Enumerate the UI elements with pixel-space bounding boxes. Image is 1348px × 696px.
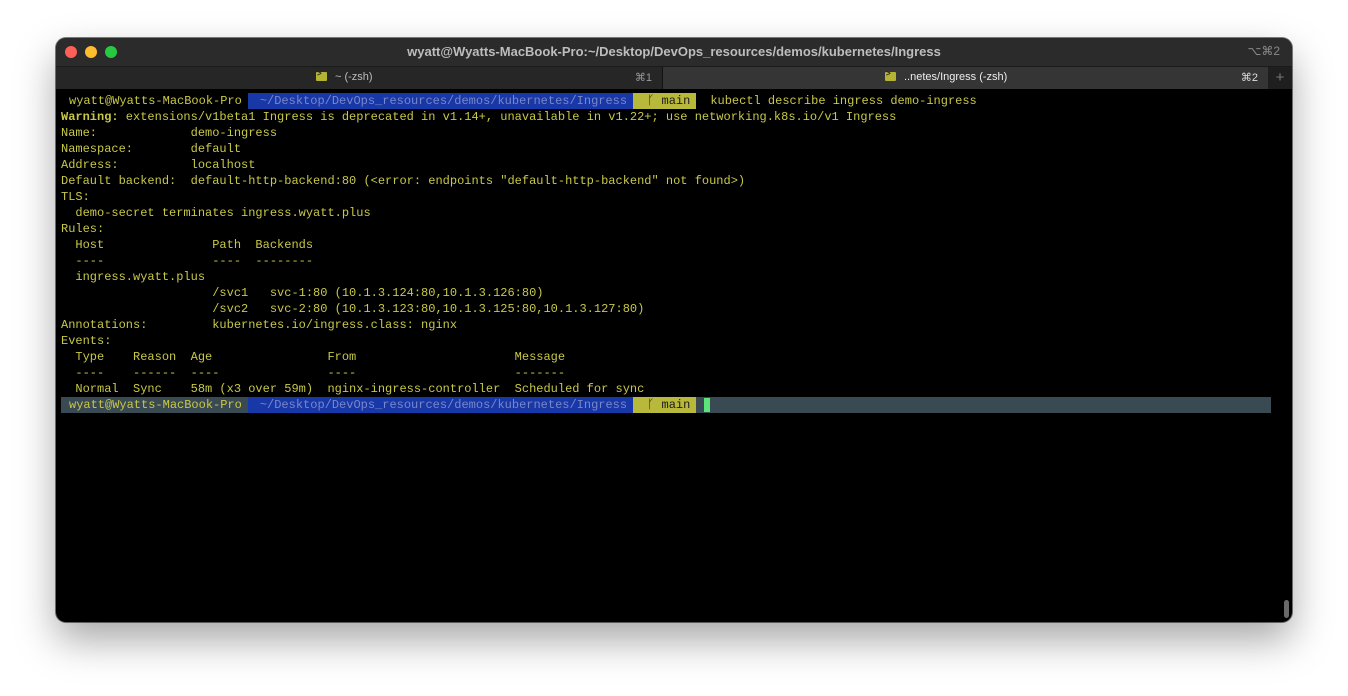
output-line: Events: — [61, 334, 112, 348]
tab-ingress[interactable]: ..netes/Ingress (-zsh) ⌘2 — [663, 67, 1268, 89]
output-line: Address: localhost — [61, 158, 256, 172]
prompt-git: ᚴ main — [633, 93, 697, 109]
git-branch-icon: ᚴ — [647, 398, 662, 412]
output-line: /svc2 svc-2:80 (10.1.3.123:80,10.1.3.125… — [61, 302, 645, 316]
prompt-user: wyatt@Wyatts-MacBook-Pro — [61, 93, 248, 109]
output-line: Annotations: kubernetes.io/ingress.class… — [61, 318, 458, 332]
warning-line: Warning: extensions/v1beta1 Ingress is d… — [61, 109, 1292, 125]
prompt-branch: main — [661, 94, 691, 108]
output-line: Namespace: default — [61, 142, 242, 156]
prompt-branch: main — [661, 398, 691, 412]
prompt-command: kubectl describe ingress demo-ingress — [710, 94, 977, 108]
output-line: ---- ---- -------- — [61, 254, 314, 268]
scrollbar[interactable] — [1284, 600, 1289, 618]
tab-label: ..netes/Ingress (-zsh) — [904, 71, 1008, 83]
output-line: Rules: — [61, 222, 105, 236]
terminal-window: wyatt@Wyatts-MacBook-Pro:~/Desktop/DevOp… — [56, 38, 1292, 622]
window-title: wyatt@Wyatts-MacBook-Pro:~/Desktop/DevOp… — [407, 44, 941, 59]
window-shortcut: ⌥⌘2 — [1247, 44, 1280, 58]
tab-label: ~ (-zsh) — [335, 71, 373, 83]
output-line: Default backend: default-http-backend:80… — [61, 174, 746, 188]
active-prompt-line[interactable]: wyatt@Wyatts-MacBook-Pro ~/Desktop/DevOp… — [61, 397, 1271, 413]
title-bar[interactable]: wyatt@Wyatts-MacBook-Pro:~/Desktop/DevOp… — [56, 38, 1292, 67]
prompt-path: ~/Desktop/DevOps_resources/demos/kuberne… — [247, 93, 634, 109]
prompt-line: wyatt@Wyatts-MacBook-Pro ~/Desktop/DevOp… — [61, 93, 1292, 109]
tab-zsh-home[interactable]: ~ (-zsh) ⌘1 — [56, 67, 663, 89]
output-line: ---- ------ ---- ---- ------- — [61, 366, 566, 380]
terminal-icon — [885, 69, 896, 81]
terminal-icon — [316, 69, 327, 81]
text-cursor — [704, 398, 711, 412]
prompt-user: wyatt@Wyatts-MacBook-Pro — [61, 397, 248, 413]
output-line: ingress.wyatt.plus — [61, 270, 206, 284]
tab-shortcut: ⌘2 — [1240, 72, 1258, 84]
output-line: Type Reason Age From Message — [61, 350, 566, 364]
terminal-output[interactable]: wyatt@Wyatts-MacBook-Pro ~/Desktop/DevOp… — [56, 89, 1292, 622]
new-tab-button[interactable]: + — [1268, 67, 1292, 89]
warning-label: Warning: — [61, 110, 119, 124]
prompt-git: ᚴ main — [633, 397, 697, 413]
output-line: Normal Sync 58m (x3 over 59m) nginx-ingr… — [61, 382, 645, 396]
tab-shortcut: ⌘1 — [634, 72, 652, 84]
output-line: demo-secret terminates ingress.wyatt.plu… — [61, 206, 371, 220]
git-branch-icon: ᚴ — [647, 94, 662, 108]
tab-bar: ~ (-zsh) ⌘1 ..netes/Ingress (-zsh) ⌘2 + — [56, 67, 1292, 89]
output-line: Name: demo-ingress — [61, 126, 278, 140]
output-line: /svc1 svc-1:80 (10.1.3.124:80,10.1.3.126… — [61, 286, 544, 300]
output-line: TLS: — [61, 190, 90, 204]
warning-text: extensions/v1beta1 Ingress is deprecated… — [118, 110, 897, 124]
prompt-path: ~/Desktop/DevOps_resources/demos/kuberne… — [247, 397, 634, 413]
output-line: Host Path Backends — [61, 238, 314, 252]
